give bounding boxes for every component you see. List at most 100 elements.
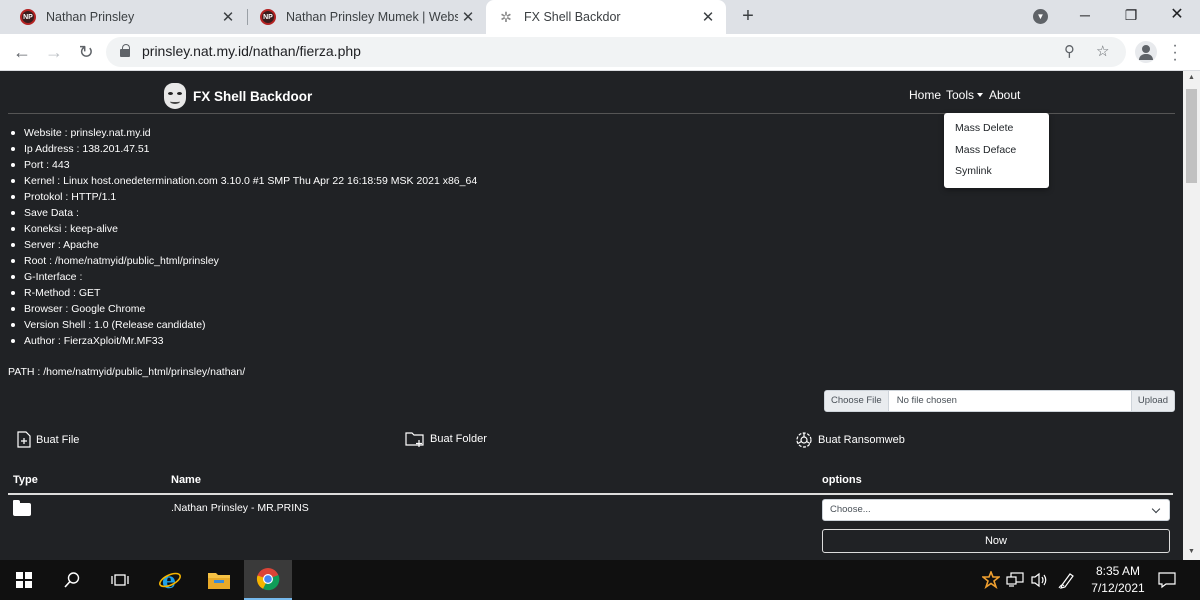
choose-file-button[interactable]: Choose File: [825, 391, 889, 411]
menu-item-mass-delete[interactable]: Mass Delete: [944, 121, 1049, 143]
tab-title: FX Shell Backdor: [524, 10, 621, 24]
np-favicon-icon: NP: [20, 9, 36, 25]
options-select[interactable]: Choose...: [822, 499, 1170, 521]
internet-explorer-button[interactable]: e: [146, 560, 194, 600]
forward-icon[interactable]: →: [42, 40, 66, 64]
zoom-icon[interactable]: ⚲: [1064, 42, 1075, 60]
info-author: Author : FierzaXploit/Mr.MF33: [10, 333, 477, 349]
window-close-icon[interactable]: ✕: [1154, 0, 1200, 32]
notifications-icon[interactable]: [1158, 560, 1176, 600]
browser-toolbar: ← → ↻ prinsley.nat.my.id/nathan/fierza.p…: [0, 34, 1200, 71]
search-button[interactable]: [48, 560, 96, 600]
page-viewport: FX Shell Backdoor Home Tools About Mass …: [0, 71, 1183, 560]
close-icon[interactable]: ✕: [458, 8, 478, 26]
info-r-method: R-Method : GET: [10, 285, 477, 301]
close-icon[interactable]: ✕: [698, 8, 718, 26]
windows-logo-icon: [16, 572, 32, 588]
create-folder-label: Buat Folder: [430, 433, 487, 445]
network-status-icon: [1006, 572, 1024, 587]
search-icon: [64, 572, 80, 588]
tab-nathan-prinsley[interactable]: NP Nathan Prinsley ✕: [8, 0, 246, 34]
clock-date: 7/12/2021: [1091, 581, 1145, 595]
info-koneksi: Koneksi : keep-alive: [10, 221, 477, 237]
scrollbar-thumb[interactable]: [1186, 89, 1197, 183]
create-folder-button[interactable]: Buat Folder: [405, 431, 487, 447]
url-text[interactable]: prinsley.nat.my.id/nathan/fierza.php: [142, 43, 361, 59]
menu-item-mass-deface[interactable]: Mass Deface: [944, 143, 1049, 165]
brand[interactable]: FX Shell Backdoor: [164, 83, 312, 109]
clock-time: 8:35 AM: [1095, 564, 1141, 578]
pen-icon[interactable]: [1058, 560, 1076, 600]
new-tab-icon[interactable]: +: [738, 6, 758, 26]
anonymous-mask-icon: [164, 83, 186, 109]
system-clock[interactable]: 8:35 AM 7/12/2021: [1088, 563, 1148, 597]
task-view-icon: [111, 574, 129, 586]
info-protokol: Protokol : HTTP/1.1: [10, 189, 477, 205]
column-header-type: Type: [13, 474, 38, 486]
scroll-up-icon[interactable]: ▲: [1188, 74, 1195, 81]
menu-item-symlink[interactable]: Symlink: [944, 164, 1049, 186]
table-header-divider: [8, 493, 1173, 495]
info-port: Port : 443: [10, 157, 477, 173]
minimize-icon[interactable]: ─: [1062, 0, 1108, 32]
table-row-name-link[interactable]: .Nathan Prinsley - MR.PRINS: [171, 502, 309, 514]
chrome-taskbar-button[interactable]: [244, 560, 292, 600]
flower-icon: [982, 571, 1000, 589]
chevron-down-icon: [1151, 504, 1161, 514]
info-website: Website : prinsley.nat.my.id: [10, 125, 477, 141]
upload-button[interactable]: Upload: [1130, 391, 1174, 411]
back-icon[interactable]: ←: [10, 40, 34, 64]
file-explorer-button[interactable]: [195, 560, 243, 600]
tab-title: Nathan Prinsley Mumek | Website: [286, 10, 458, 24]
network-icon[interactable]: [1006, 560, 1024, 600]
nav-about-link[interactable]: About: [989, 88, 1020, 102]
info-version-shell: Version Shell : 1.0 (Release candidate): [10, 317, 477, 333]
caret-down-icon: [977, 93, 984, 97]
file-upload-form: Choose File No file chosen Upload: [824, 390, 1175, 412]
np-favicon-icon: NP: [260, 9, 276, 25]
file-name-display[interactable]: No file chosen: [889, 391, 1131, 411]
internet-explorer-icon: e: [159, 568, 181, 592]
volume-icon[interactable]: [1030, 560, 1048, 600]
scroll-down-icon[interactable]: ▼: [1188, 548, 1195, 555]
info-server: Server : Apache: [10, 237, 477, 253]
options-select-value: Choose...: [830, 504, 871, 515]
tab-title: Nathan Prinsley: [46, 10, 135, 24]
svg-text:e: e: [162, 568, 176, 592]
nav-tools-label: Tools: [946, 88, 975, 102]
file-explorer-icon: [208, 573, 230, 589]
now-button[interactable]: Now: [822, 529, 1170, 553]
create-file-label: Buat File: [36, 433, 80, 446]
nav-tools-dropdown[interactable]: Tools: [946, 88, 984, 102]
reload-icon[interactable]: ↻: [74, 40, 98, 64]
folder-icon: [13, 500, 31, 516]
task-view-button[interactable]: [96, 560, 144, 600]
tab-strip: NP Nathan Prinsley ✕ NP Nathan Prinsley …: [0, 0, 1200, 34]
lock-icon[interactable]: [120, 44, 130, 57]
tab-search-icon[interactable]: ▼: [1033, 9, 1048, 24]
pen-workspace-icon: [1058, 573, 1074, 589]
nav-home-link[interactable]: Home: [909, 88, 941, 102]
new-folder-icon: [405, 432, 424, 447]
more-menu-icon[interactable]: · · ·: [1170, 38, 1180, 68]
restore-icon[interactable]: ❐: [1108, 0, 1154, 32]
tray-app-icon[interactable]: [982, 560, 1000, 600]
start-button[interactable]: [0, 560, 48, 600]
create-file-button[interactable]: Buat File: [17, 431, 79, 448]
address-bar[interactable]: prinsley.nat.my.id/nathan/fierza.php ⚲ ☆: [106, 37, 1126, 67]
action-center-icon: [1158, 572, 1176, 589]
column-header-options: options: [822, 474, 862, 486]
speaker-icon: [1031, 572, 1047, 588]
profile-avatar-icon[interactable]: [1135, 41, 1157, 63]
tab-nathan-prinsley-website[interactable]: NP Nathan Prinsley Mumek | Website ✕: [248, 0, 486, 34]
star-icon[interactable]: ☆: [1096, 42, 1109, 60]
tab-fx-shell-backdor[interactable]: ✲ FX Shell Backdor ✕: [486, 0, 726, 34]
info-browser: Browser : Google Chrome: [10, 301, 477, 317]
brand-name: FX Shell Backdoor: [193, 88, 313, 104]
info-g-interface: G-Interface :: [10, 269, 477, 285]
create-ransomweb-button[interactable]: Buat Ransomweb: [795, 431, 905, 449]
page-scrollbar[interactable]: ▲ ▼: [1183, 71, 1200, 560]
create-ransomweb-label: Buat Ransomweb: [818, 434, 905, 446]
column-header-name: Name: [171, 474, 201, 486]
close-icon[interactable]: ✕: [218, 8, 238, 26]
